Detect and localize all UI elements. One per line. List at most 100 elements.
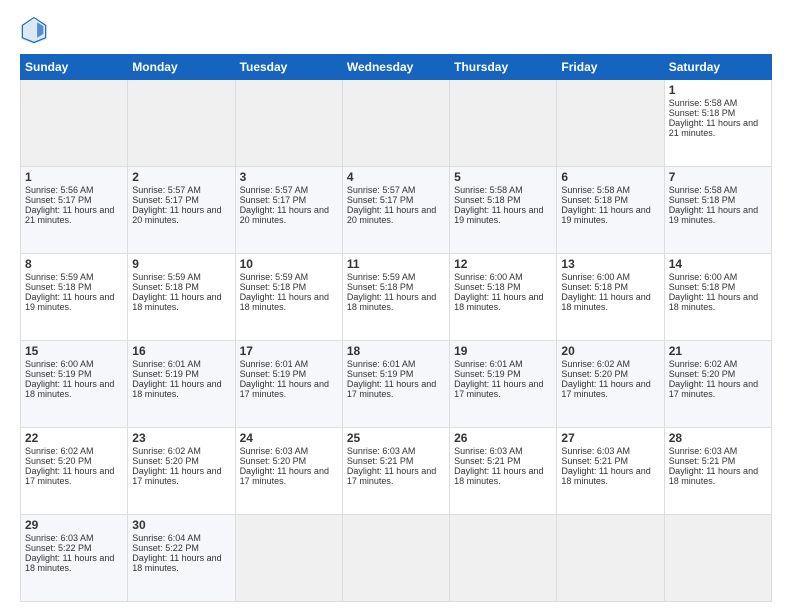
logo <box>20 16 52 44</box>
day-number: 26 <box>454 431 552 445</box>
table-row: 1 Sunrise: 5:58 AM Sunset: 5:18 PM Dayli… <box>664 80 771 167</box>
calendar-header-row: Sunday Monday Tuesday Wednesday Thursday… <box>21 55 772 80</box>
day-number: 25 <box>347 431 445 445</box>
table-row: 10 Sunrise: 5:59 AM Sunset: 5:18 PM Dayl… <box>235 254 342 341</box>
day-number: 9 <box>132 257 230 271</box>
table-row <box>342 80 449 167</box>
sunrise-label: Sunrise: 5:56 AM <box>25 185 94 195</box>
table-row: 28 Sunrise: 6:03 AM Sunset: 5:21 PM Dayl… <box>664 428 771 515</box>
daylight-label: Daylight: 11 hours and 18 minutes. <box>240 292 329 312</box>
table-row <box>128 80 235 167</box>
day-number: 7 <box>669 170 767 184</box>
table-row: 2 Sunrise: 5:57 AM Sunset: 5:17 PM Dayli… <box>128 167 235 254</box>
sunrise-label: Sunrise: 6:03 AM <box>669 446 738 456</box>
table-row: 17 Sunrise: 6:01 AM Sunset: 5:19 PM Dayl… <box>235 341 342 428</box>
sunset-label: Sunset: 5:20 PM <box>240 456 307 466</box>
sunset-label: Sunset: 5:17 PM <box>25 195 92 205</box>
calendar-week-row: 29 Sunrise: 6:03 AM Sunset: 5:22 PM Dayl… <box>21 515 772 602</box>
table-row: 19 Sunrise: 6:01 AM Sunset: 5:19 PM Dayl… <box>450 341 557 428</box>
sunset-label: Sunset: 5:21 PM <box>669 456 736 466</box>
col-sunday: Sunday <box>21 55 128 80</box>
sunset-label: Sunset: 5:17 PM <box>347 195 414 205</box>
table-row: 7 Sunrise: 5:58 AM Sunset: 5:18 PM Dayli… <box>664 167 771 254</box>
generalblue-logo-icon <box>20 16 48 44</box>
sunrise-label: Sunrise: 6:02 AM <box>25 446 94 456</box>
day-number: 15 <box>25 344 123 358</box>
table-row <box>450 515 557 602</box>
sunset-label: Sunset: 5:17 PM <box>240 195 307 205</box>
sunrise-label: Sunrise: 6:00 AM <box>25 359 94 369</box>
table-row <box>235 80 342 167</box>
sunrise-label: Sunrise: 6:01 AM <box>347 359 416 369</box>
sunrise-label: Sunrise: 5:57 AM <box>132 185 201 195</box>
sunrise-label: Sunrise: 6:02 AM <box>132 446 201 456</box>
daylight-label: Daylight: 11 hours and 18 minutes. <box>454 292 543 312</box>
sunset-label: Sunset: 5:17 PM <box>132 195 199 205</box>
table-row: 24 Sunrise: 6:03 AM Sunset: 5:20 PM Dayl… <box>235 428 342 515</box>
col-friday: Friday <box>557 55 664 80</box>
sunrise-label: Sunrise: 5:58 AM <box>561 185 630 195</box>
daylight-label: Daylight: 11 hours and 17 minutes. <box>561 379 650 399</box>
calendar-week-row: 15 Sunrise: 6:00 AM Sunset: 5:19 PM Dayl… <box>21 341 772 428</box>
day-number: 18 <box>347 344 445 358</box>
sunrise-label: Sunrise: 6:00 AM <box>454 272 523 282</box>
sunrise-label: Sunrise: 6:04 AM <box>132 533 201 543</box>
day-number: 5 <box>454 170 552 184</box>
daylight-label: Daylight: 11 hours and 19 minutes. <box>454 205 543 225</box>
sunset-label: Sunset: 5:18 PM <box>240 282 307 292</box>
day-number: 16 <box>132 344 230 358</box>
daylight-label: Daylight: 11 hours and 18 minutes. <box>25 553 114 573</box>
table-row <box>450 80 557 167</box>
table-row: 30 Sunrise: 6:04 AM Sunset: 5:22 PM Dayl… <box>128 515 235 602</box>
sunset-label: Sunset: 5:19 PM <box>25 369 92 379</box>
daylight-label: Daylight: 11 hours and 17 minutes. <box>669 379 758 399</box>
day-number: 28 <box>669 431 767 445</box>
day-number: 11 <box>347 257 445 271</box>
day-number: 6 <box>561 170 659 184</box>
daylight-label: Daylight: 11 hours and 18 minutes. <box>132 292 221 312</box>
table-row: 27 Sunrise: 6:03 AM Sunset: 5:21 PM Dayl… <box>557 428 664 515</box>
table-row: 12 Sunrise: 6:00 AM Sunset: 5:18 PM Dayl… <box>450 254 557 341</box>
daylight-label: Daylight: 11 hours and 17 minutes. <box>347 466 436 486</box>
day-number: 30 <box>132 518 230 532</box>
table-row: 23 Sunrise: 6:02 AM Sunset: 5:20 PM Dayl… <box>128 428 235 515</box>
col-saturday: Saturday <box>664 55 771 80</box>
sunset-label: Sunset: 5:18 PM <box>347 282 414 292</box>
sunrise-label: Sunrise: 5:58 AM <box>669 98 738 108</box>
table-row: 20 Sunrise: 6:02 AM Sunset: 5:20 PM Dayl… <box>557 341 664 428</box>
daylight-label: Daylight: 11 hours and 18 minutes. <box>454 466 543 486</box>
sunset-label: Sunset: 5:18 PM <box>561 282 628 292</box>
calendar-week-row: 1 Sunrise: 5:58 AM Sunset: 5:18 PM Dayli… <box>21 80 772 167</box>
table-row: 14 Sunrise: 6:00 AM Sunset: 5:18 PM Dayl… <box>664 254 771 341</box>
daylight-label: Daylight: 11 hours and 21 minutes. <box>669 118 758 138</box>
table-row: 6 Sunrise: 5:58 AM Sunset: 5:18 PM Dayli… <box>557 167 664 254</box>
daylight-label: Daylight: 11 hours and 19 minutes. <box>669 205 758 225</box>
sunset-label: Sunset: 5:18 PM <box>132 282 199 292</box>
daylight-label: Daylight: 11 hours and 17 minutes. <box>240 379 329 399</box>
daylight-label: Daylight: 11 hours and 18 minutes. <box>132 379 221 399</box>
sunrise-label: Sunrise: 6:01 AM <box>240 359 309 369</box>
table-row <box>557 515 664 602</box>
daylight-label: Daylight: 11 hours and 17 minutes. <box>240 466 329 486</box>
sunrise-label: Sunrise: 5:58 AM <box>669 185 738 195</box>
header <box>20 16 772 44</box>
col-monday: Monday <box>128 55 235 80</box>
day-number: 19 <box>454 344 552 358</box>
table-row: 18 Sunrise: 6:01 AM Sunset: 5:19 PM Dayl… <box>342 341 449 428</box>
daylight-label: Daylight: 11 hours and 17 minutes. <box>25 466 114 486</box>
daylight-label: Daylight: 11 hours and 19 minutes. <box>25 292 114 312</box>
table-row: 4 Sunrise: 5:57 AM Sunset: 5:17 PM Dayli… <box>342 167 449 254</box>
sunset-label: Sunset: 5:20 PM <box>669 369 736 379</box>
table-row: 1 Sunrise: 5:56 AM Sunset: 5:17 PM Dayli… <box>21 167 128 254</box>
table-row: 25 Sunrise: 6:03 AM Sunset: 5:21 PM Dayl… <box>342 428 449 515</box>
day-number: 12 <box>454 257 552 271</box>
day-number: 22 <box>25 431 123 445</box>
sunrise-label: Sunrise: 6:03 AM <box>561 446 630 456</box>
sunset-label: Sunset: 5:18 PM <box>669 195 736 205</box>
daylight-label: Daylight: 11 hours and 18 minutes. <box>669 466 758 486</box>
day-number: 1 <box>669 83 767 97</box>
daylight-label: Daylight: 11 hours and 18 minutes. <box>561 466 650 486</box>
daylight-label: Daylight: 11 hours and 21 minutes. <box>25 205 114 225</box>
day-number: 17 <box>240 344 338 358</box>
table-row: 26 Sunrise: 6:03 AM Sunset: 5:21 PM Dayl… <box>450 428 557 515</box>
